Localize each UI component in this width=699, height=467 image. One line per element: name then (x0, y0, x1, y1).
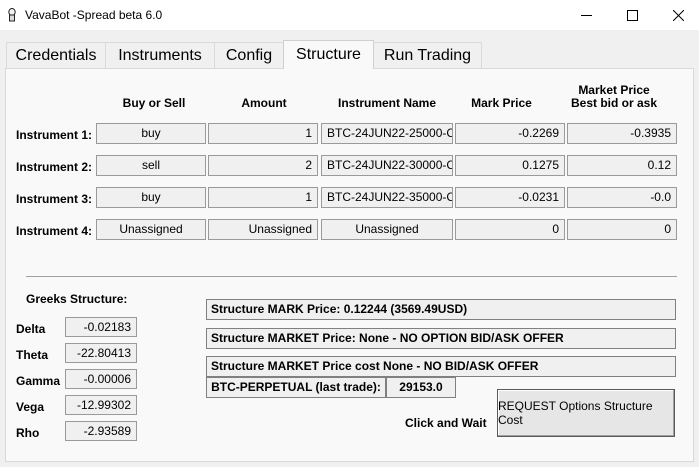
minimize-icon (580, 14, 592, 16)
theta-value: -22.80413 (65, 343, 137, 363)
window-title: VavaBot -Spread beta 6.0 (25, 8, 163, 22)
instrument-4-amount[interactable]: Unassigned (208, 219, 318, 240)
vega-label: Vega (16, 400, 45, 414)
instrument-3-mark-price: -0.0231 (455, 187, 565, 208)
instrument-2-market-price: 0.12 (567, 155, 677, 176)
tab-run-trading[interactable]: Run Trading (373, 42, 482, 68)
header-mark-price: Mark Price (471, 96, 532, 110)
tab-structure[interactable]: Structure (283, 40, 374, 69)
instrument-2-amount[interactable]: 2 (208, 155, 318, 176)
structure-panel: Buy or Sell Amount Instrument Name Mark … (5, 68, 694, 462)
structure-mark-price: Structure MARK Price: 0.12244 (3569.49US… (206, 299, 676, 320)
header-market-price: Market Price (578, 83, 650, 97)
close-icon (672, 9, 684, 21)
header-buy-sell: Buy or Sell (122, 96, 186, 110)
btc-perpetual-label: BTC-PERPETUAL (last trade): (206, 377, 386, 398)
greeks-title: Greeks Structure: (26, 292, 128, 306)
section-divider (26, 276, 677, 277)
tab-config[interactable]: Config (214, 42, 284, 68)
instrument-4-market-price: 0 (567, 219, 677, 240)
instrument-1-side[interactable]: buy (96, 123, 206, 144)
header-best-bid-ask: Best bid or ask (570, 96, 658, 110)
click-and-wait-label: Click and Wait (405, 416, 487, 430)
instrument-4-label: Instrument 4: (16, 224, 93, 238)
instrument-3-market-price: -0.0 (567, 187, 677, 208)
btc-perpetual-value: 29153.0 (386, 377, 456, 398)
instrument-3-amount[interactable]: 1 (208, 187, 318, 208)
gamma-label: Gamma (16, 374, 61, 388)
instrument-1-name[interactable]: BTC-24JUN22-25000-C (321, 123, 453, 144)
vega-value: -12.99302 (65, 395, 137, 415)
instrument-4-name[interactable]: Unassigned (321, 219, 453, 240)
instrument-4-mark-price: 0 (455, 219, 565, 240)
rho-label: Rho (16, 426, 40, 440)
instrument-3-label: Instrument 3: (16, 192, 93, 206)
rho-value: -2.93589 (65, 421, 137, 441)
tab-credentials[interactable]: Credentials (6, 42, 106, 68)
instrument-1-amount[interactable]: 1 (208, 123, 318, 144)
title-bar: VavaBot -Spread beta 6.0 (0, 0, 699, 30)
structure-market-price-cost: Structure MARKET Price cost None - NO BI… (206, 356, 676, 377)
delta-label: Delta (16, 322, 46, 336)
instrument-2-label: Instrument 2: (16, 160, 93, 174)
instrument-1-label: Instrument 1: (16, 128, 93, 142)
tab-instruments[interactable]: Instruments (105, 42, 215, 68)
app-icon (8, 8, 16, 22)
instrument-1-market-price: -0.3935 (567, 123, 677, 144)
theta-label: Theta (16, 348, 49, 362)
instrument-1-mark-price: -0.2269 (455, 123, 565, 144)
instrument-4-side[interactable]: Unassigned (96, 219, 206, 240)
instrument-2-side[interactable]: sell (96, 155, 206, 176)
instrument-2-name[interactable]: BTC-24JUN22-30000-C (321, 155, 453, 176)
minimize-button[interactable] (563, 0, 609, 30)
request-structure-cost-button[interactable]: REQUEST Options Structure Cost (497, 389, 675, 437)
structure-market-price: Structure MARKET Price: None - NO OPTION… (206, 328, 676, 349)
instrument-3-name[interactable]: BTC-24JUN22-35000-C (321, 187, 453, 208)
delta-value: -0.02183 (65, 317, 137, 337)
maximize-button[interactable] (609, 0, 655, 30)
instrument-2-mark-price: 0.1275 (455, 155, 565, 176)
gamma-value: -0.00006 (65, 369, 137, 389)
instrument-3-side[interactable]: buy (96, 187, 206, 208)
maximize-icon (626, 9, 638, 21)
header-instrument-name: Instrument Name (337, 96, 437, 110)
close-button[interactable] (655, 0, 699, 30)
header-amount: Amount (241, 96, 287, 110)
